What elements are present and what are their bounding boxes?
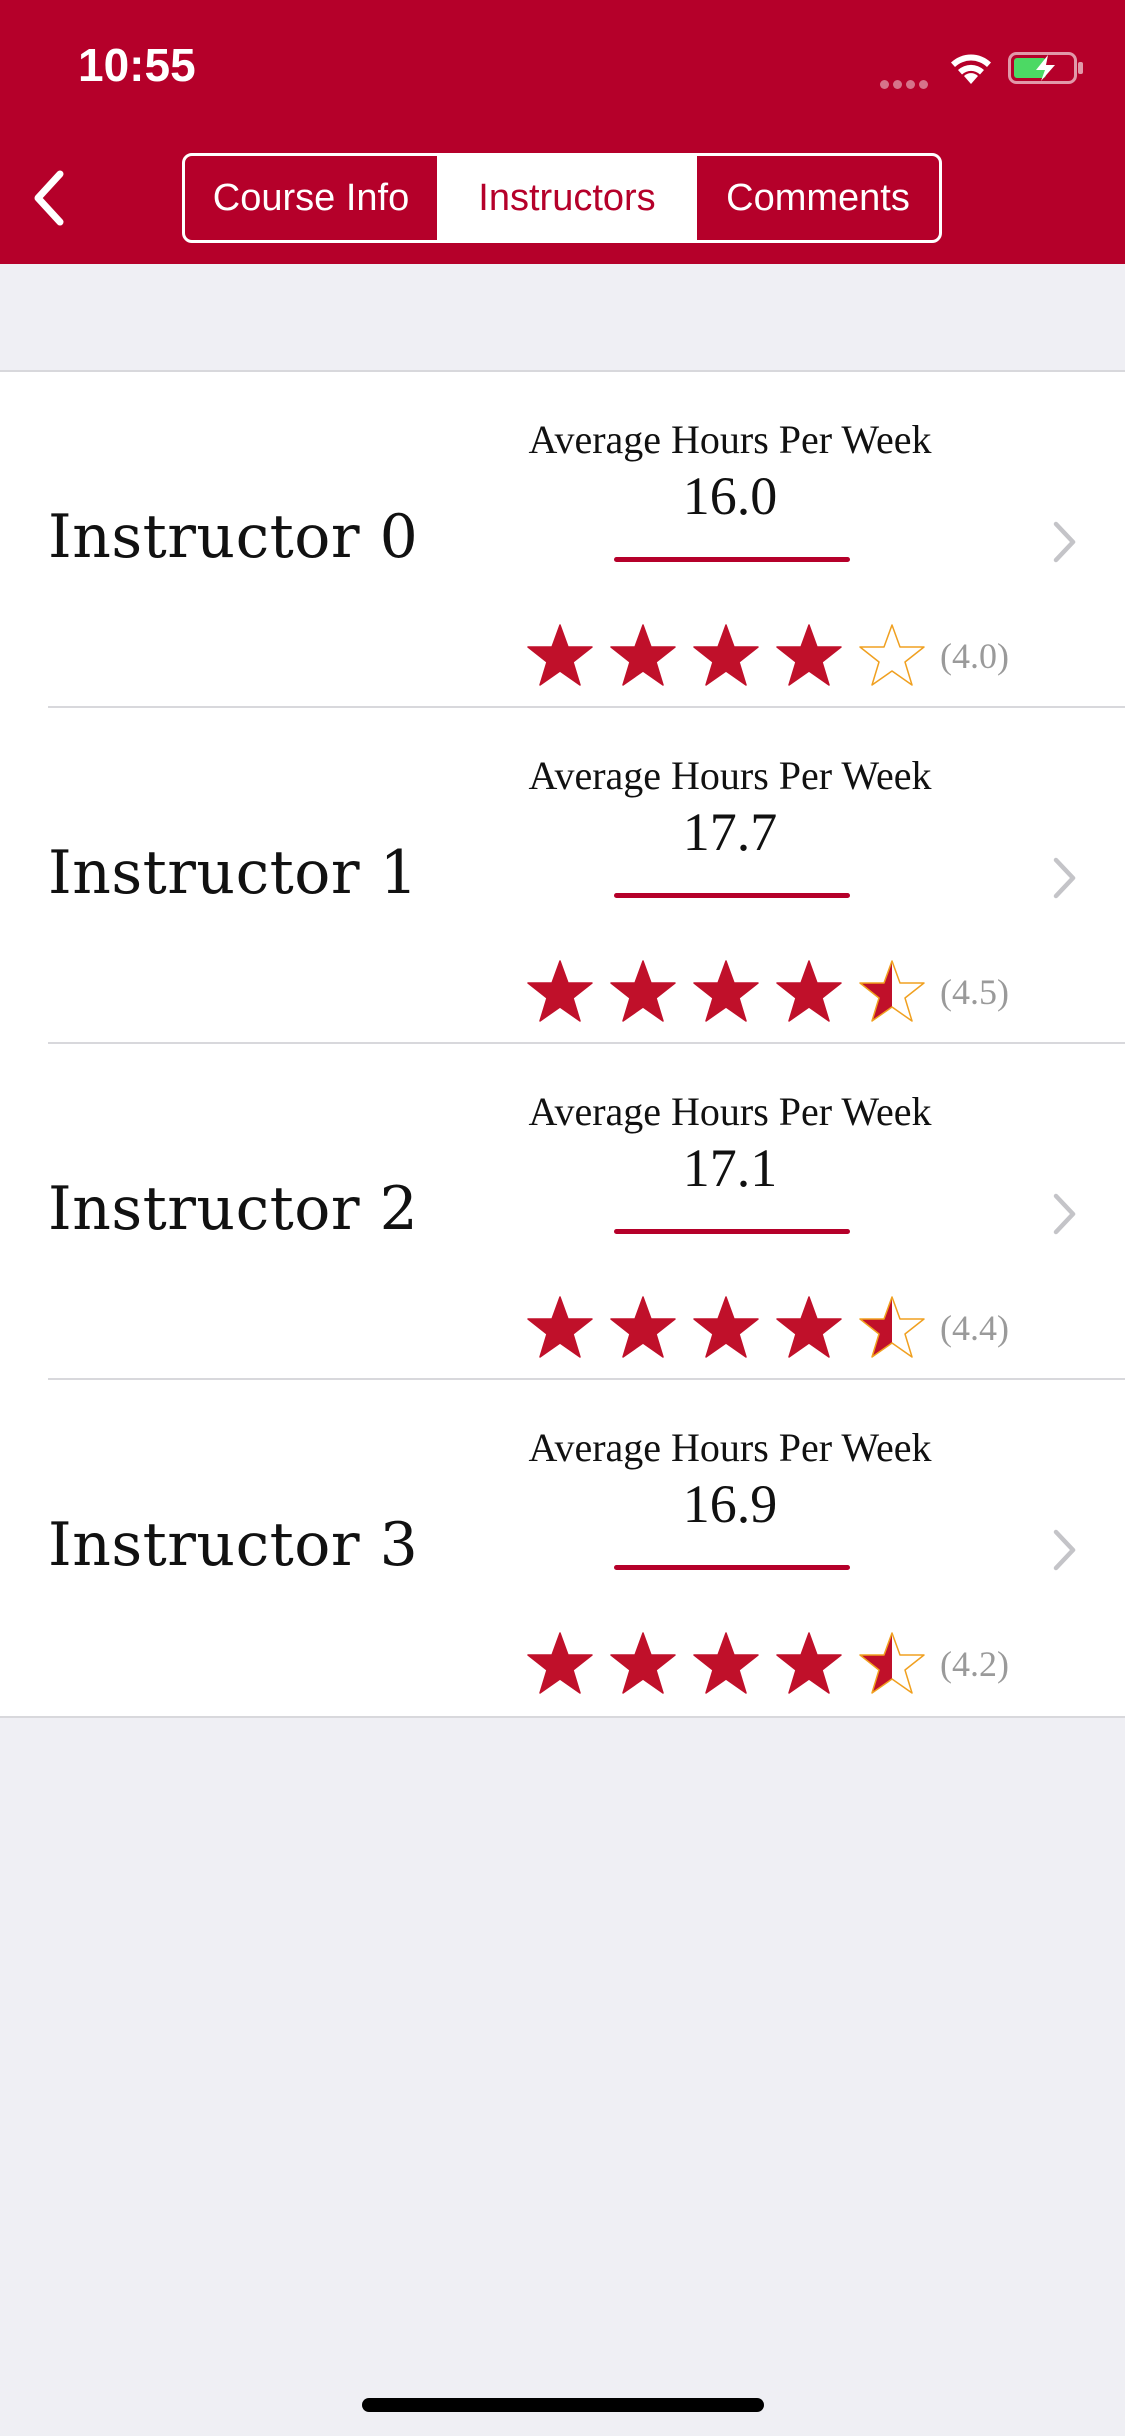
star-icon: [859, 624, 925, 686]
chevron-right-icon: [1053, 1193, 1076, 1235]
hours-label: Average Hours Per Week: [528, 753, 932, 798]
hours-value: 16.9: [682, 1474, 778, 1534]
rating-value: (4.5): [940, 972, 1009, 1012]
star-icon: [776, 1632, 842, 1694]
hours-underline: [614, 1229, 850, 1234]
star-icon: [693, 960, 759, 1022]
hours-metric: Average Hours Per Week 16.9: [500, 1424, 960, 1535]
hours-metric: Average Hours Per Week 16.0: [500, 416, 960, 527]
star-icon: [610, 960, 676, 1022]
tab-course-info[interactable]: Course Info: [185, 156, 440, 240]
tab-instructors[interactable]: Instructors: [440, 156, 697, 240]
hours-label: Average Hours Per Week: [528, 417, 932, 462]
instructor-row[interactable]: Instructor 0 Average Hours Per Week 16.0 (4…: [0, 372, 1125, 708]
back-button[interactable]: [18, 160, 78, 236]
star-icon: [776, 624, 842, 686]
star-icon: [527, 1632, 593, 1694]
chevron-right-icon: [1053, 1529, 1076, 1571]
hours-label: Average Hours Per Week: [528, 1425, 932, 1470]
star-rating: (4.0): [526, 622, 1009, 690]
star-icon: [859, 960, 925, 1022]
tab-segmented-control: Course Info Instructors Comments: [182, 153, 942, 243]
hours-value: 17.1: [682, 1138, 778, 1198]
hours-metric: Average Hours Per Week 17.1: [500, 1088, 960, 1199]
chevron-right-icon: [1053, 857, 1076, 899]
hours-label: Average Hours Per Week: [528, 1089, 932, 1134]
star-rating: (4.4): [526, 1294, 1009, 1362]
wifi-icon: [951, 54, 991, 84]
star-icon: [610, 624, 676, 686]
nav-header: 10:55 Course Info Instructors Comments: [0, 0, 1125, 264]
rating-value: (4.4): [940, 1308, 1009, 1348]
instructor-row[interactable]: Instructor 2 Average Hours Per Week 17.1 (4…: [0, 1044, 1125, 1380]
star-rating: (4.2): [526, 1630, 1009, 1698]
instructor-name: Instructor 3: [48, 1510, 419, 1580]
instructor-name: Instructor 0: [48, 502, 419, 572]
instructor-row[interactable]: Instructor 1 Average Hours Per Week 17.7 (4…: [0, 708, 1125, 1044]
instructor-name: Instructor 1: [48, 838, 419, 908]
instructor-list: Instructor 0 Average Hours Per Week 16.0 (4…: [0, 370, 1125, 1718]
tab-comments[interactable]: Comments: [697, 156, 939, 240]
star-icon: [859, 1632, 925, 1694]
chevron-right-icon: [1053, 521, 1076, 563]
hours-metric: Average Hours Per Week 17.7: [500, 752, 960, 863]
star-icon: [610, 1296, 676, 1358]
instructor-row[interactable]: Instructor 3 Average Hours Per Week 16.9 (4…: [0, 1380, 1125, 1716]
hours-underline: [614, 557, 850, 562]
hours-underline: [614, 893, 850, 898]
hours-value: 16.0: [682, 466, 778, 526]
star-icon: [693, 1632, 759, 1694]
star-icon: [693, 624, 759, 686]
star-icon: [693, 1296, 759, 1358]
star-icon: [859, 1296, 925, 1358]
home-indicator: [362, 2398, 764, 2412]
star-icon: [527, 960, 593, 1022]
hours-value: 17.7: [682, 802, 778, 862]
star-icon: [527, 1296, 593, 1358]
status-time: 10:55: [78, 39, 196, 91]
star-rating: (4.5): [526, 958, 1009, 1026]
battery-charging-icon: [1008, 52, 1083, 84]
rating-value: (4.0): [940, 636, 1009, 676]
hours-underline: [614, 1565, 850, 1570]
star-icon: [776, 1296, 842, 1358]
rating-value: (4.2): [940, 1644, 1009, 1684]
chevron-left-icon: [34, 170, 64, 226]
star-icon: [527, 624, 593, 686]
instructor-name: Instructor 2: [48, 1174, 419, 1244]
cellular-signal-icon: [880, 76, 934, 89]
star-icon: [776, 960, 842, 1022]
star-icon: [610, 1632, 676, 1694]
